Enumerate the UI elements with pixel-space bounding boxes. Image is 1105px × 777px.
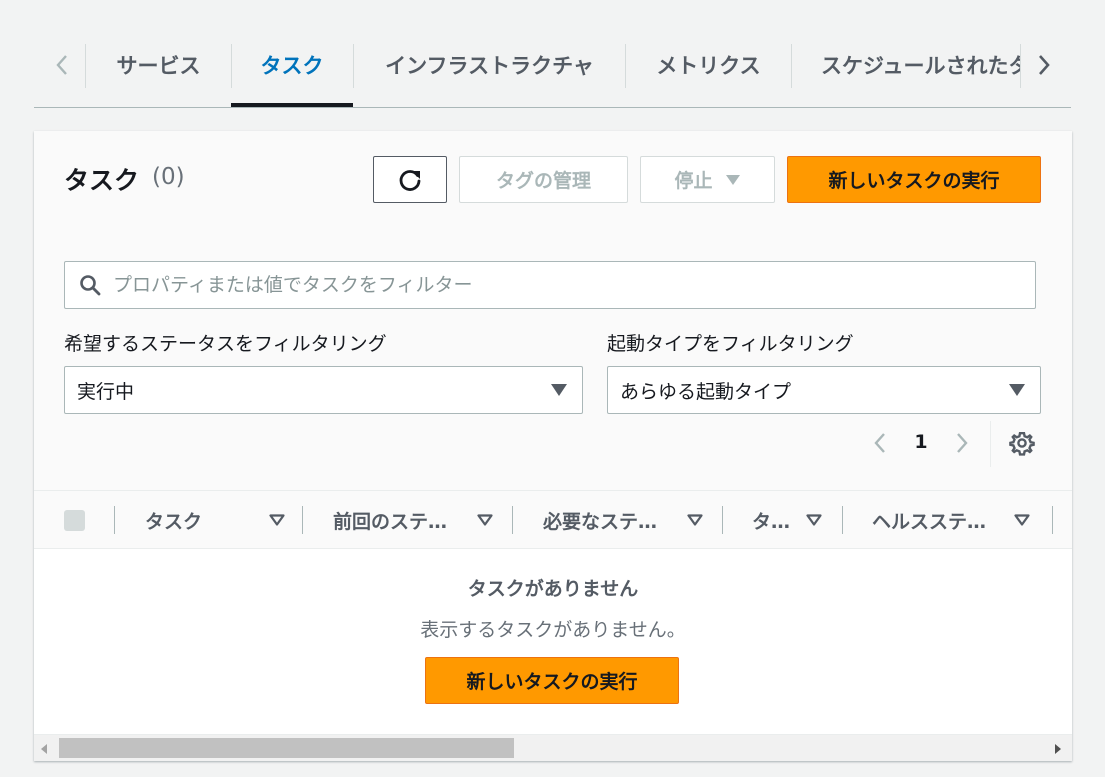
launch-type-filter-label: 起動タイプをフィルタリング (607, 333, 854, 355)
column-header-task-definition[interactable]: タ… (752, 504, 822, 536)
scroll-left-arrow[interactable] (38, 742, 50, 756)
sort-icon (269, 514, 285, 526)
caret-down-icon (725, 174, 740, 185)
manage-tags-label: タグの管理 (495, 170, 591, 192)
sort-icon (477, 514, 493, 526)
tab-label: メトリクス (656, 54, 761, 78)
tasks-panel: タスク (0) タグの管理 停止 新しいタスクの実行 プロパティまたは値でタスク… (34, 131, 1072, 761)
tab-scroll-left-button[interactable] (42, 45, 82, 85)
column-label: タ… (752, 510, 791, 533)
page-number[interactable]: 1 (909, 431, 933, 453)
gear-icon (1009, 432, 1035, 456)
chevron-right-icon (957, 433, 968, 453)
stop-label: 停止 (674, 170, 713, 192)
column-divider (722, 506, 723, 534)
tab-bar: サービス タスク インフラストラクチャ メトリクス スケジュールされたタスク (34, 22, 1071, 108)
column-divider (114, 506, 115, 534)
task-table-header: タスク 前回のステ… 必要なステ… タ… ヘルスステ… (34, 491, 1072, 549)
run-new-task-label: 新しいタスクの実行 (466, 671, 638, 693)
chevron-left-icon (56, 55, 67, 75)
tab-label: タスク (260, 54, 324, 78)
column-header-desired-status[interactable]: 必要なステ… (543, 504, 703, 536)
chevron-left-icon (874, 433, 885, 453)
column-divider (1052, 506, 1053, 534)
column-divider (842, 506, 843, 534)
manage-tags-button[interactable]: タグの管理 (459, 156, 628, 203)
column-header-task[interactable]: タスク (145, 504, 285, 536)
tab-metrics[interactable]: メトリクス (626, 42, 791, 88)
sort-icon (806, 514, 822, 526)
tab-label: サービス (116, 54, 201, 78)
refresh-icon (399, 169, 421, 191)
column-label: ヘルスステ… (872, 510, 987, 533)
caret-down-icon (551, 384, 567, 396)
run-new-task-label: 新しいタスクの実行 (828, 170, 1000, 192)
column-label: 必要なステ… (543, 510, 658, 533)
tab-scroll-right-button[interactable] (1024, 45, 1064, 85)
chevron-right-icon (1039, 55, 1050, 75)
run-new-task-button[interactable]: 新しいタスクの実行 (787, 156, 1041, 203)
sort-icon (1014, 514, 1030, 526)
search-input[interactable] (113, 274, 1013, 296)
tab-label: インフラストラクチャ (385, 54, 594, 78)
horizontal-scrollbar[interactable] (34, 734, 1072, 761)
tab-tasks[interactable]: タスク (231, 42, 353, 88)
desired-status-select[interactable]: 実行中 (64, 366, 583, 414)
next-page-button[interactable] (946, 427, 978, 459)
tab-divider (1020, 44, 1021, 88)
pagination-divider (990, 421, 991, 467)
column-divider (512, 506, 513, 534)
desired-status-value: 実行中 (77, 380, 135, 403)
triangle-right-icon (1055, 744, 1061, 754)
previous-page-button[interactable] (864, 427, 896, 459)
active-tab-indicator (231, 103, 353, 107)
panel-title: タスク (64, 166, 140, 195)
caret-down-icon (1009, 384, 1025, 396)
triangle-left-icon (41, 744, 47, 754)
column-header-health-status[interactable]: ヘルスステ… (872, 504, 1030, 536)
tab-services[interactable]: サービス (86, 42, 231, 88)
empty-state-title: タスクがありません (467, 578, 639, 600)
empty-state-run-task-button[interactable]: 新しいタスクの実行 (425, 657, 679, 704)
launch-type-select[interactable]: あらゆる起動タイプ (607, 366, 1041, 414)
desired-status-filter-label: 希望するステータスをフィルタリング (64, 333, 387, 355)
tab-infrastructure[interactable]: インフラストラクチャ (354, 42, 625, 88)
task-count: (0) (152, 164, 185, 190)
sort-icon (687, 514, 703, 526)
launch-type-value: あらゆる起動タイプ (620, 380, 792, 403)
select-all-checkbox[interactable] (64, 510, 85, 531)
empty-state-description: 表示するタスクがありません。 (420, 619, 686, 641)
column-divider (302, 506, 303, 534)
column-label: タスク (145, 510, 203, 533)
stop-dropdown-button[interactable]: 停止 (640, 156, 775, 203)
scrollbar-thumb[interactable] (59, 738, 514, 758)
tab-label: スケジュールされたタスク (821, 54, 1020, 78)
tab-scheduled-tasks[interactable]: スケジュールされたタスク (792, 42, 1020, 88)
task-search-box[interactable] (64, 261, 1036, 309)
refresh-button[interactable] (373, 156, 447, 203)
column-header-last-status[interactable]: 前回のステ… (333, 504, 493, 536)
scroll-right-arrow[interactable] (1052, 742, 1064, 756)
search-icon (80, 275, 101, 296)
column-label: 前回のステ… (333, 510, 448, 533)
table-preferences-button[interactable] (1006, 427, 1038, 459)
panel-header: タスク (0) タグの管理 停止 新しいタスクの実行 プロパティまたは値でタスク… (34, 131, 1072, 491)
